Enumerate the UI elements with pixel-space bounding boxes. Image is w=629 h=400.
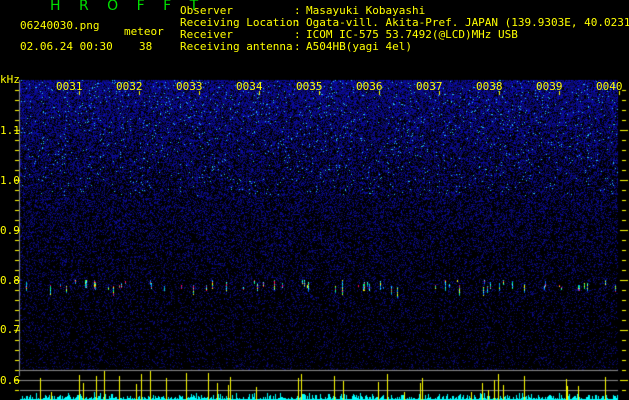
filename: 06240030.png <box>20 19 100 32</box>
datetime: 02.06.24 00:30 <box>20 40 113 53</box>
time-tick-label: 0035 <box>296 80 323 93</box>
colon: : <box>294 40 301 53</box>
time-tick-label: 0038 <box>476 80 503 93</box>
info-value: A504HB(yagi 4el) <box>306 40 412 53</box>
meteor-label: meteor <box>124 25 164 38</box>
y-tick-label: 0.6 <box>0 374 20 387</box>
time-tick-label: 0033 <box>176 80 203 93</box>
time-tick-label: 0032 <box>116 80 143 93</box>
info-label: Receiving antenna <box>180 40 293 53</box>
time-tick-label: 0039 <box>536 80 563 93</box>
y-tick-label: 0.9 <box>0 224 20 237</box>
time-tick-label: 0037 <box>416 80 443 93</box>
spectrogram <box>0 0 629 400</box>
y-tick-label: 0.7 <box>0 323 20 336</box>
y-tick-label: 1.0 <box>0 174 20 187</box>
time-tick-label: 0031 <box>56 80 83 93</box>
y-tick-label: 0.8 <box>0 274 20 287</box>
time-tick-label: 0034 <box>236 80 263 93</box>
time-tick-label: 0040 <box>596 80 623 93</box>
y-tick-label: 1.1 <box>0 124 20 137</box>
y-axis-unit: kHz <box>0 73 20 86</box>
time-tick-label: 0036 <box>356 80 383 93</box>
meteor-count: 38 <box>139 40 153 53</box>
